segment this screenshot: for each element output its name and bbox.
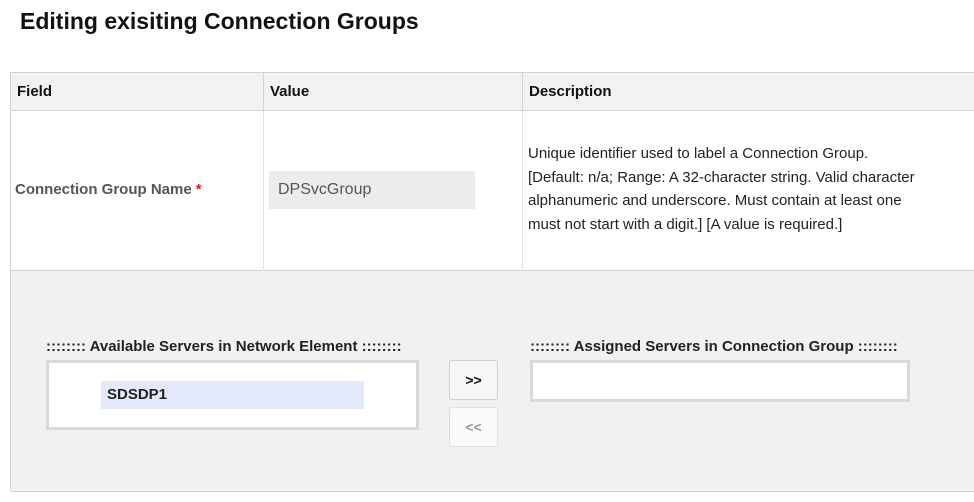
header-description-label: Description (529, 83, 612, 100)
add-server-button[interactable]: >> (449, 360, 498, 400)
row-field-cell: Connection Group Name * (11, 111, 264, 271)
description-line: [Default: n/a; Range: A 32-character str… (528, 168, 915, 186)
available-servers-title: :::::::: Available Servers in Network El… (46, 338, 402, 355)
row-value-cell (264, 111, 523, 271)
connection-group-name-input[interactable] (269, 171, 475, 209)
description-line: Unique identifier used to label a Connec… (528, 145, 869, 162)
remove-server-button[interactable]: << (449, 407, 498, 447)
description-text: Unique identifier used to label a Connec… (528, 142, 974, 236)
connection-group-table: Field Value Description Connection Group… (10, 72, 974, 492)
page-title: Editing exisiting Connection Groups (20, 8, 419, 34)
assigned-servers-title: :::::::: Assigned Servers in Connection … (530, 338, 898, 355)
header-field-label: Field (17, 83, 53, 100)
available-server-item[interactable]: SDSDP1 (101, 381, 364, 409)
header-description: Description (523, 73, 974, 111)
available-servers-list[interactable]: SDSDP1 (46, 360, 419, 430)
description-line: must not start with a digit.] [A value i… (528, 215, 843, 233)
required-marker: * (195, 181, 202, 198)
field-label-text: Connection Group Name (15, 181, 192, 198)
connection-group-name-label: Connection Group Name * (15, 181, 202, 198)
header-value-label: Value (270, 83, 310, 100)
description-line: alphanumeric and underscore. Must contai… (528, 192, 902, 209)
row-description-cell: Unique identifier used to label a Connec… (523, 111, 974, 271)
assigned-servers-list[interactable] (530, 360, 910, 402)
server-assignment-panel: :::::::: Available Servers in Network El… (11, 271, 974, 492)
header-value: Value (264, 73, 523, 111)
header-field: Field (11, 73, 264, 111)
